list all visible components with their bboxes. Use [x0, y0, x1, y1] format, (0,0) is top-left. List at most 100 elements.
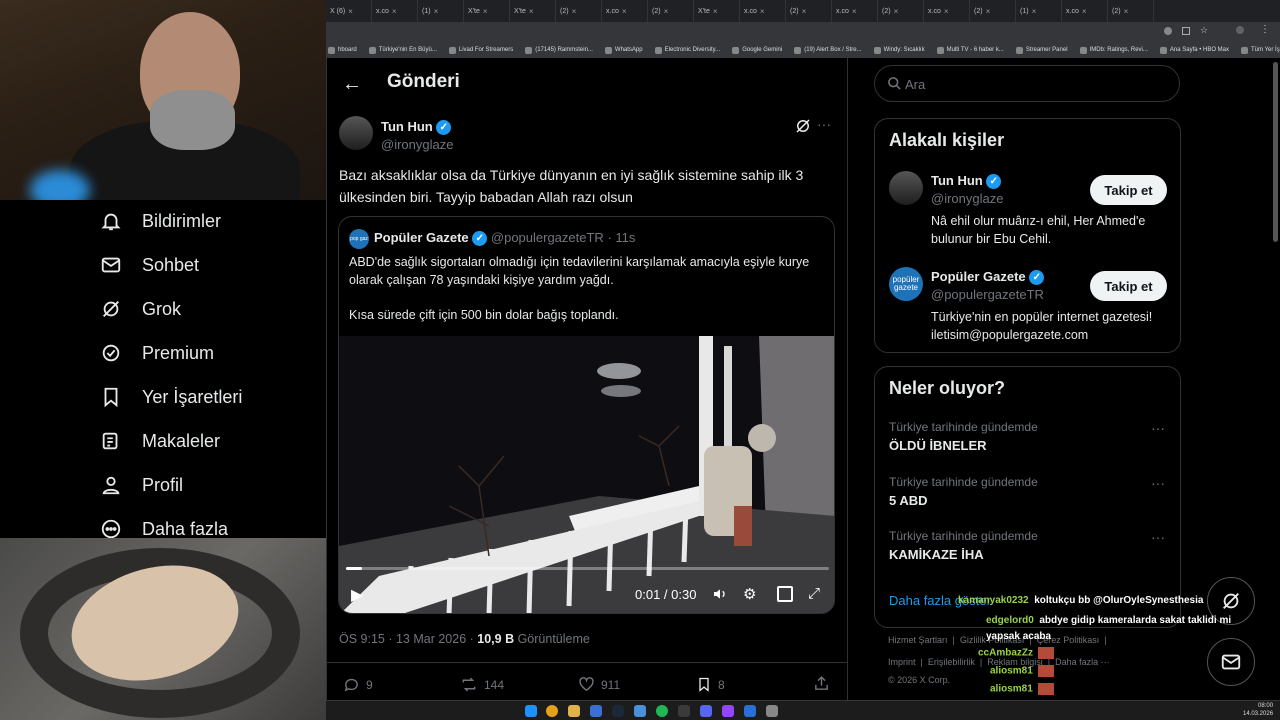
- bookmark-item[interactable]: hboard: [328, 46, 357, 54]
- sidebar-item-notifications[interactable]: Bildirimler: [100, 206, 221, 236]
- messages-floating-button[interactable]: [1207, 638, 1255, 686]
- bookmark-item[interactable]: Multi TV - 6 haber k...: [936, 46, 1004, 54]
- close-icon[interactable]: ×: [894, 7, 899, 16]
- browser-tab[interactable]: X'te ×: [694, 0, 740, 22]
- browser-address-bar[interactable]: ☆ ⋮: [326, 22, 1280, 42]
- bookmark-item[interactable]: Tüm Yer İşaretleri: [1241, 46, 1280, 54]
- close-icon[interactable]: ×: [392, 7, 397, 16]
- close-icon[interactable]: ×: [713, 7, 718, 16]
- avatar[interactable]: [889, 171, 923, 205]
- search-input[interactable]: Ara: [874, 65, 1180, 102]
- spotify-icon[interactable]: [656, 705, 668, 717]
- repost-button[interactable]: 144: [460, 676, 504, 693]
- footer-link[interactable]: Hizmet Şartları: [888, 635, 948, 645]
- footer-link[interactable]: Erişilebilirlik: [928, 657, 975, 667]
- bookmark-item[interactable]: Windy: Sıcaklık: [873, 46, 925, 54]
- reply-button[interactable]: 9: [343, 676, 373, 693]
- person-name-row[interactable]: Popüler Gazete ✓: [931, 269, 1045, 286]
- browser-tab[interactable]: (2) ×: [648, 0, 694, 22]
- star-icon[interactable]: ☆: [1200, 25, 1208, 36]
- browser-tab[interactable]: (2) ×: [786, 0, 832, 22]
- like-button[interactable]: 911: [578, 676, 620, 693]
- sidebar-item-chat[interactable]: Sohbet: [100, 250, 199, 280]
- sidebar-item-articles[interactable]: Makaleler: [100, 426, 220, 456]
- more-options-icon[interactable]: ···: [1151, 475, 1165, 491]
- bookmark-item[interactable]: Türkiye'nin En Büyü...: [368, 46, 437, 54]
- avatar[interactable]: [339, 116, 373, 150]
- browser-tab[interactable]: x.co ×: [740, 0, 786, 22]
- menu-icon[interactable]: ⋮: [1260, 24, 1270, 35]
- browser-tab[interactable]: X (6) ×: [326, 0, 372, 22]
- volume-icon[interactable]: [712, 586, 728, 602]
- trend-item[interactable]: Türkiye tarihinde gündemde 5 ABD ···: [889, 475, 1165, 508]
- browser-tab[interactable]: x.co ×: [1062, 0, 1108, 22]
- discord-icon[interactable]: [700, 705, 712, 717]
- start-icon[interactable]: [525, 705, 537, 717]
- settings-gear-icon[interactable]: ⚙: [743, 585, 756, 603]
- follow-button[interactable]: Takip et: [1090, 175, 1167, 205]
- bookmark-item[interactable]: Electronic Diversity...: [654, 46, 720, 54]
- bookmark-item[interactable]: Streamer Panel: [1015, 46, 1068, 54]
- browser-tab[interactable]: (2) ×: [556, 0, 602, 22]
- app-icon[interactable]: [766, 705, 778, 717]
- quoted-post[interactable]: pop gaz Popüler Gazete ✓ @populergazeteT…: [338, 216, 835, 614]
- footer-link[interactable]: Imprint: [888, 657, 916, 667]
- video-player[interactable]: ▶ 0:01 / 0:30 ⚙ ⤢: [339, 336, 834, 613]
- sidebar-item-bookmarks[interactable]: Yer İşaretleri: [100, 382, 242, 412]
- close-icon[interactable]: ×: [664, 7, 669, 16]
- bookmark-button[interactable]: 8: [696, 676, 725, 693]
- browser-tab[interactable]: (2) ×: [1108, 0, 1154, 22]
- follow-button[interactable]: Takip et: [1090, 271, 1167, 301]
- close-icon[interactable]: ×: [348, 7, 353, 16]
- more-options-icon[interactable]: ···: [817, 116, 831, 132]
- browser-tab[interactable]: X'te ×: [510, 0, 556, 22]
- trend-item[interactable]: Türkiye tarihinde gündemde ÖLDÜ İBNELER …: [889, 420, 1165, 453]
- video-progress-track[interactable]: [346, 567, 829, 570]
- sidebar-item-grok[interactable]: Grok: [100, 294, 181, 324]
- close-icon[interactable]: ×: [1124, 7, 1129, 16]
- app-icon[interactable]: [678, 705, 690, 717]
- close-icon[interactable]: ×: [760, 7, 765, 16]
- close-icon[interactable]: ×: [986, 7, 991, 16]
- folder-icon[interactable]: [568, 705, 580, 717]
- close-icon[interactable]: ×: [944, 7, 949, 16]
- scrollbar[interactable]: [1273, 62, 1278, 242]
- browser-tab[interactable]: (2) ×: [970, 0, 1016, 22]
- app-icon[interactable]: [590, 705, 602, 717]
- close-icon[interactable]: ×: [434, 7, 439, 16]
- more-options-icon[interactable]: ···: [1151, 420, 1165, 436]
- close-icon[interactable]: ×: [572, 7, 577, 16]
- close-icon[interactable]: ×: [529, 7, 534, 16]
- close-icon[interactable]: ×: [483, 7, 488, 16]
- bookmark-item[interactable]: WhatsApp: [604, 46, 643, 54]
- grok-icon[interactable]: [794, 117, 812, 135]
- sidebar-item-premium[interactable]: Premium: [100, 338, 214, 368]
- browser-tab[interactable]: x.co ×: [602, 0, 648, 22]
- picture-in-picture-icon[interactable]: [777, 586, 793, 602]
- browser-tab[interactable]: x.co ×: [372, 0, 418, 22]
- close-icon[interactable]: ×: [802, 7, 807, 16]
- browser-tab[interactable]: (1) ×: [1016, 0, 1062, 22]
- share-button[interactable]: [813, 675, 830, 697]
- clock[interactable]: 08:00 14.03.2026: [1243, 702, 1273, 718]
- back-arrow-icon[interactable]: ←: [339, 72, 365, 96]
- person-name-row[interactable]: Tun Hun ✓: [931, 173, 1002, 190]
- avatar[interactable]: popüler gazete: [889, 267, 923, 301]
- profile-icon[interactable]: [1236, 26, 1244, 34]
- browser-tab[interactable]: x.co ×: [832, 0, 878, 22]
- footer-link[interactable]: Daha fazla ···: [1055, 657, 1110, 667]
- browser-tab[interactable]: (2) ×: [878, 0, 924, 22]
- play-icon[interactable]: ▶: [351, 585, 363, 605]
- fullscreen-icon[interactable]: ⤢: [808, 585, 820, 602]
- browser-tab[interactable]: X'te ×: [464, 0, 510, 22]
- quote-avatar[interactable]: pop gaz: [349, 229, 369, 249]
- share-icon[interactable]: [1182, 27, 1190, 35]
- close-icon[interactable]: ×: [852, 7, 857, 16]
- bookmark-item[interactable]: Google Gemini: [732, 46, 782, 54]
- close-icon[interactable]: ×: [1082, 7, 1087, 16]
- browser-tab[interactable]: x.co ×: [924, 0, 970, 22]
- close-icon[interactable]: ×: [622, 7, 627, 16]
- steam-icon[interactable]: [612, 705, 624, 717]
- bookmark-item[interactable]: (17145) Rammstein...: [525, 46, 593, 54]
- sidebar-item-profile[interactable]: Profil: [100, 470, 183, 500]
